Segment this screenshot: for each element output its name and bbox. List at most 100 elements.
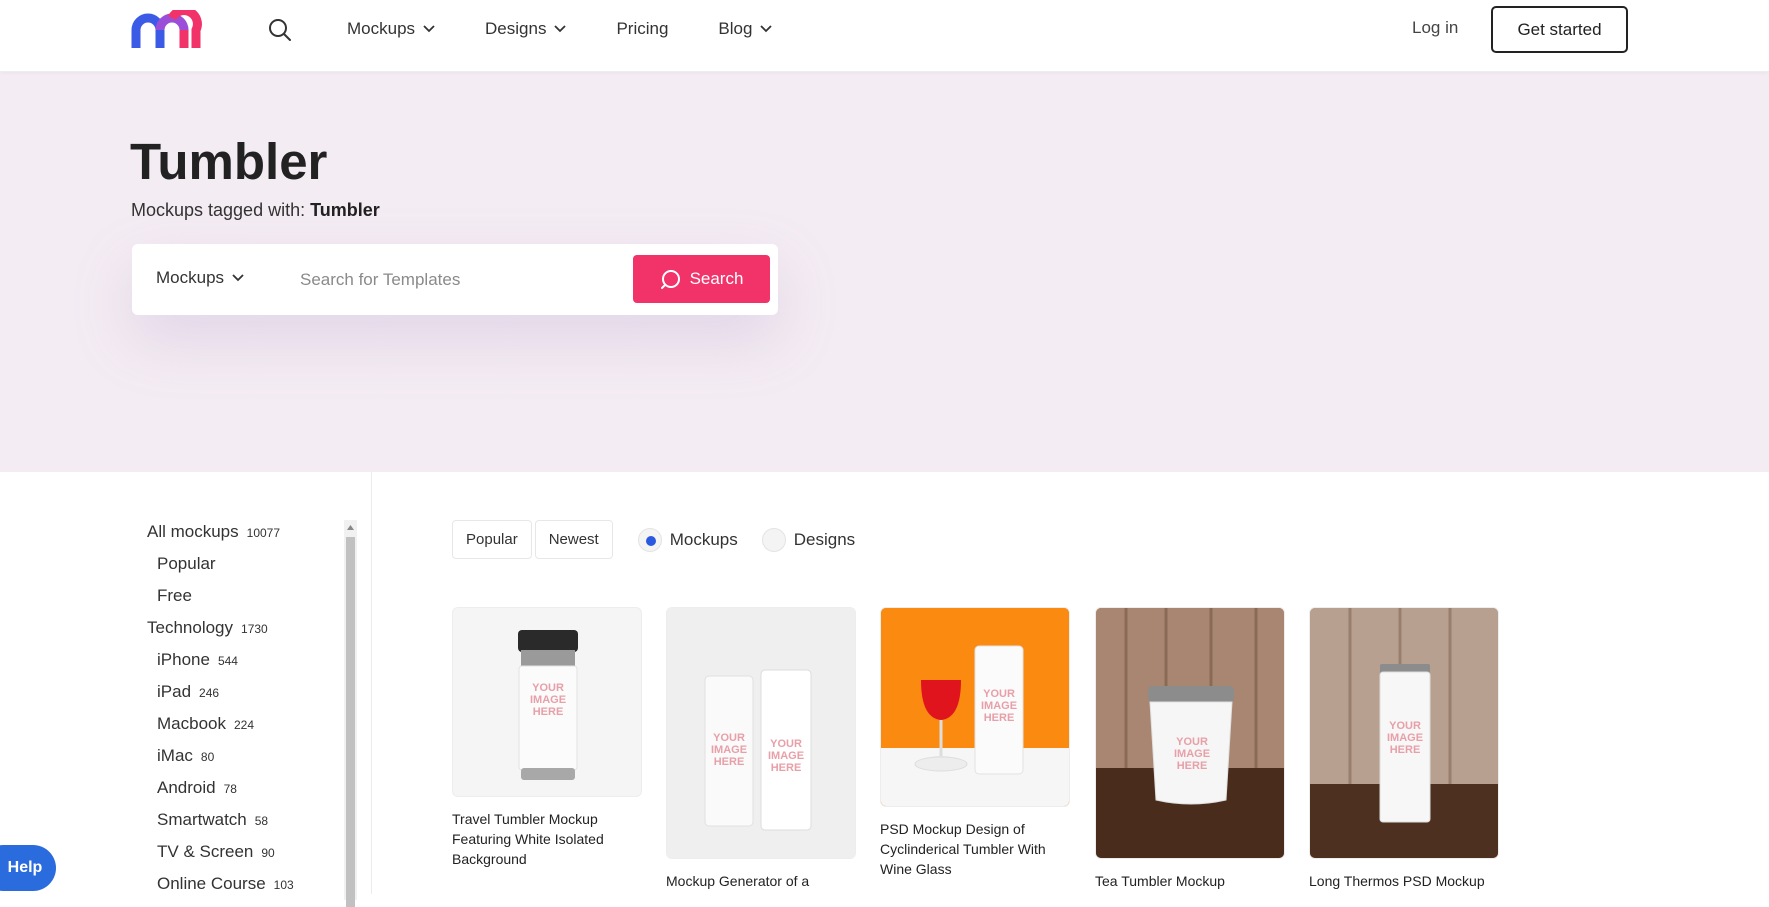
mockup-card[interactable]: YOUR IMAGE HERE PSD Mockup Design of Cyc… (880, 607, 1070, 879)
sidebar-category-item[interactable]: Technology 1730 (147, 618, 337, 650)
help-button[interactable]: Help (0, 845, 56, 891)
search-type-value: Mockups (156, 268, 225, 287)
category-count: 103 (273, 878, 294, 892)
sidebar-category-item[interactable]: Macbook 224 (147, 714, 337, 746)
sidebar-category-item[interactable]: TV & Screen 90 (147, 842, 337, 874)
category-count: 10077 (246, 526, 281, 540)
category-count: 1730 (241, 622, 268, 636)
category-label: Smartwatch (157, 810, 247, 829)
radio-circle (761, 527, 786, 552)
thumbnail-placeholder-text: YOUR IMAGE HERE (980, 688, 1018, 724)
category-label: Online Course (157, 874, 266, 893)
category-list: All mockups 10077 Popular Free Technology 173… (147, 522, 337, 906)
mockup-thumbnail: YOUR IMAGE HERE (1309, 607, 1499, 859)
radio-designs[interactable]: Designs (761, 527, 856, 552)
tag-subtitle: Mockups tagged with: Tumbler (131, 200, 380, 221)
sidebar-category-item[interactable]: iPhone 544 (147, 650, 337, 682)
sidebar-category-item[interactable]: Online Course 103 (147, 874, 337, 906)
nav-designs[interactable]: Designs (485, 19, 567, 39)
sidebar-category-item[interactable]: iMac 80 (147, 746, 337, 778)
nav-blog[interactable]: Blog (718, 19, 773, 39)
category-label: Macbook (157, 714, 226, 733)
chevron-down-icon (232, 274, 244, 282)
tumbler-image (1096, 608, 1284, 858)
page-title: Tumbler (130, 133, 328, 190)
tumbler-image (881, 608, 1069, 806)
mockup-title: Tea Tumbler Mockup (1095, 873, 1225, 889)
sidebar-category-item[interactable]: All mockups 10077 (147, 522, 337, 554)
tumbler-image (667, 608, 855, 858)
mockup-thumbnail: YOUR IMAGE HERE YOUR IMAGE HERE (666, 607, 856, 859)
category-label: TV & Screen (157, 842, 254, 861)
mockup-title: Travel Tumbler Mockup Featuring White Is… (452, 811, 604, 867)
search-input[interactable] (300, 260, 620, 300)
nav-pricing-label: Pricing (616, 19, 669, 38)
sidebar-category-item[interactable]: Free (147, 586, 337, 618)
category-count: 90 (261, 846, 275, 860)
category-label: iMac (157, 746, 193, 765)
nav-mockups-label: Mockups (347, 19, 416, 38)
tag-subtitle-prefix: Mockups tagged with: (131, 200, 311, 220)
mockup-card[interactable]: YOUR IMAGE HERE Tea Tumbler Mockup (1095, 607, 1285, 891)
nav-blog-label: Blog (718, 19, 753, 38)
get-started-button[interactable]: Get started (1491, 6, 1628, 53)
search-type-select[interactable]: Mockups (156, 268, 244, 288)
thumbnail-placeholder-text: YOUR IMAGE HERE (529, 682, 567, 718)
thumbnail-placeholder-text: YOUR IMAGE HERE (1386, 720, 1424, 756)
sidebar-category-item[interactable]: iPad 246 (147, 682, 337, 714)
search-icon (660, 270, 680, 289)
radio-mockups-label: Mockups (669, 529, 738, 549)
sort-newest-button[interactable]: Newest (534, 520, 613, 559)
mockup-title: Long Thermos PSD Mockup (1309, 873, 1485, 889)
category-count: 246 (199, 686, 220, 700)
category-label: Popular (157, 554, 216, 573)
sort-popular-button[interactable]: Popular (452, 520, 532, 559)
mockup-thumbnail: YOUR IMAGE HERE (1095, 607, 1285, 859)
category-count: 78 (223, 782, 237, 796)
nav-pricing[interactable]: Pricing (616, 19, 668, 39)
site-header: Mockups Designs Pricing Blog Log in Get … (0, 0, 1769, 72)
thumbnail-placeholder-text: YOUR IMAGE HERE (1173, 736, 1211, 772)
scrollbar-thumb[interactable] (346, 537, 355, 907)
category-label: All mockups (147, 522, 239, 541)
sidebar-scrollbar[interactable] (344, 520, 357, 907)
brand-logo[interactable] (130, 10, 202, 50)
category-label: Free (157, 586, 192, 605)
header-search-icon[interactable] (266, 16, 294, 44)
type-radio-group: Mockups Designs (637, 527, 879, 552)
category-count: 544 (217, 654, 238, 668)
sidebar-category-item[interactable]: Popular (147, 554, 337, 586)
category-count: 224 (233, 718, 255, 732)
sidebar-category-item[interactable]: Android 78 (147, 778, 337, 810)
radio-designs-label: Designs (793, 529, 856, 549)
category-label: Technology (147, 618, 234, 637)
nav-designs-label: Designs (485, 19, 547, 38)
search-button[interactable]: Search (633, 255, 770, 303)
mockup-thumbnail: YOUR IMAGE HERE (880, 607, 1070, 807)
mockup-card[interactable]: YOUR IMAGE HERE Travel Tumbler Mockup Fe… (452, 607, 642, 869)
chevron-down-icon (423, 25, 435, 33)
mockup-title: PSD Mockup Design of Cyclinderical Tumbl… (880, 821, 1046, 877)
category-count: 58 (254, 814, 269, 828)
category-label: Android (157, 778, 216, 797)
chevron-down-icon (760, 25, 773, 33)
filter-bar: Popular Newest Mockups Designs (452, 520, 879, 559)
login-link[interactable]: Log in (1412, 18, 1458, 38)
scroll-up-arrow-icon[interactable] (344, 520, 357, 534)
template-search-bar: Mockups Search (132, 244, 778, 315)
chevron-down-icon (554, 25, 567, 33)
tag-name: Tumbler (310, 200, 380, 220)
sidebar-category-item[interactable]: Smartwatch 58 (147, 810, 337, 842)
mockup-card[interactable]: YOUR IMAGE HERE YOUR IMAGE HERE Mockup G… (666, 607, 856, 891)
nav-mockups[interactable]: Mockups (347, 19, 435, 39)
category-sidebar: All mockups 10077 Popular Free Technology 173… (0, 472, 372, 907)
search-button-label: Search (689, 269, 744, 288)
category-label: iPhone (157, 650, 210, 669)
hero-section: Tumbler Mockups tagged with: Tumbler Moc… (0, 72, 1769, 472)
radio-mockups[interactable]: Mockups (637, 527, 738, 552)
mockup-card[interactable]: YOUR IMAGE HERE Long Thermos PSD Mockup (1309, 607, 1499, 891)
mockup-title: Mockup Generator of a (666, 873, 810, 889)
thumbnail-placeholder-text: YOUR IMAGE HERE (767, 738, 805, 774)
mockup-thumbnail: YOUR IMAGE HERE (452, 607, 642, 797)
main-nav: Mockups Designs Pricing Blog (347, 0, 822, 58)
